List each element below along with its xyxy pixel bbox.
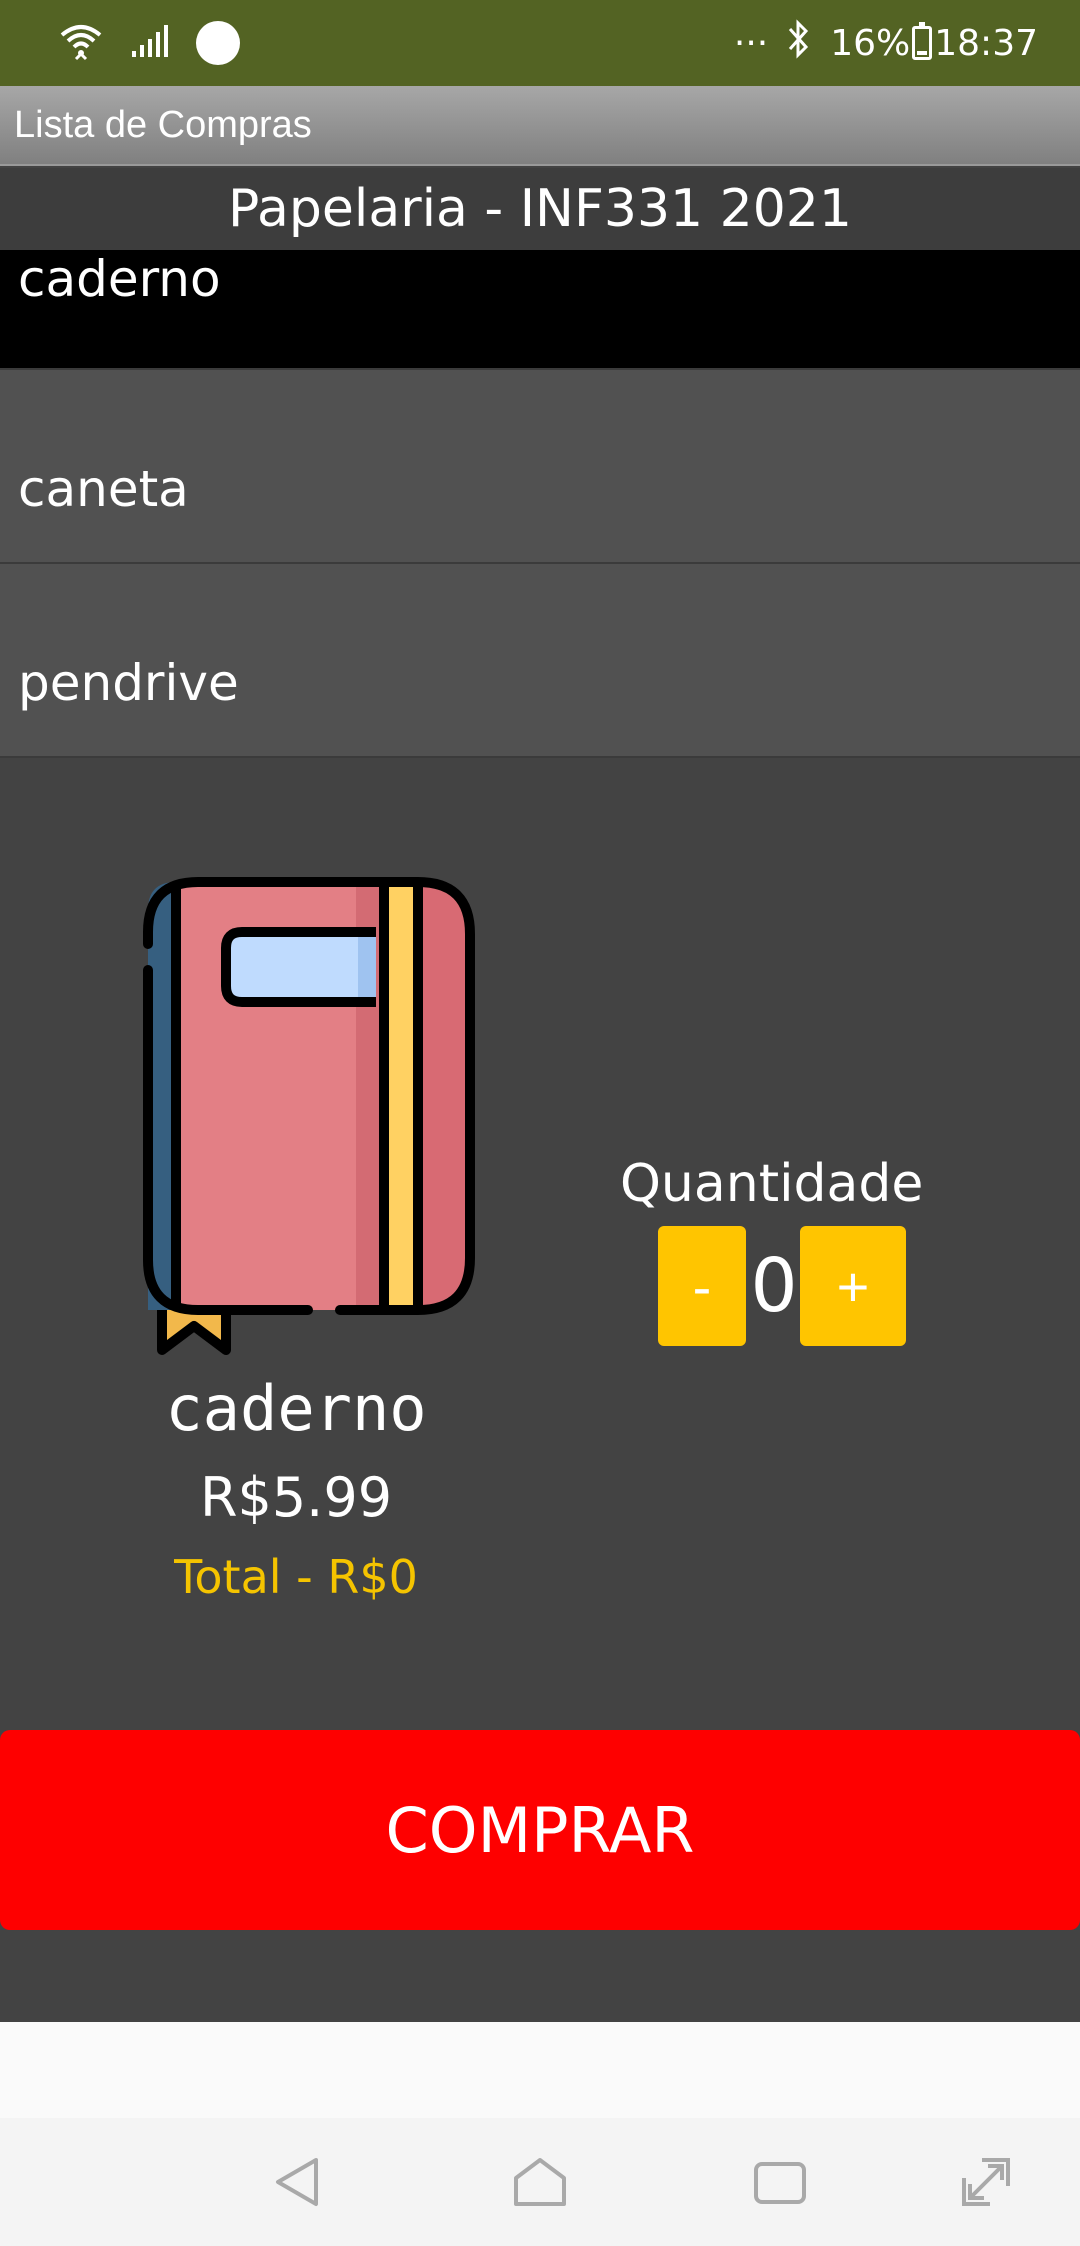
battery-icon (912, 22, 933, 60)
status-bar: ··· 16% 18:37 (0, 0, 1080, 86)
quantity-value: 0 (750, 1243, 798, 1329)
store-header: Papelaria - INF331 2021 (0, 168, 1080, 250)
list-item-caderno[interactable]: caderno (0, 250, 1080, 370)
more-dots: ··· (733, 22, 769, 64)
list-item-pendrive[interactable]: pendrive (0, 564, 1080, 758)
store-title: Papelaria - INF331 2021 (228, 179, 852, 239)
buy-button[interactable]: COMPRAR (0, 1730, 1080, 1930)
list-item-label: caderno (18, 250, 221, 308)
quantity-label: Quantidade (620, 1154, 924, 1214)
product-total: Total - R$0 (174, 1550, 418, 1604)
fullscreen-icon[interactable] (952, 2148, 1020, 2216)
bottom-strip (0, 2022, 1080, 2118)
clock: 18:37 (934, 22, 1038, 64)
item-list: caderno caneta pendrive (0, 250, 1080, 758)
notebook-icon (118, 870, 478, 1360)
bluetooth-icon (786, 18, 812, 68)
record-dot-icon (196, 21, 240, 65)
app-title: Lista de Compras (14, 103, 312, 146)
action-bar: Lista de Compras (0, 86, 1080, 166)
list-item-label: pendrive (18, 654, 239, 712)
product-price: R$5.99 (199, 1466, 393, 1529)
navigation-bar (0, 2118, 1080, 2246)
increase-quantity-button[interactable]: + (800, 1226, 906, 1346)
decrease-quantity-button[interactable]: - (658, 1226, 746, 1346)
product-name: caderno (165, 1372, 427, 1445)
signal-icon (130, 23, 170, 63)
list-item-caneta[interactable]: caneta (0, 370, 1080, 564)
recents-icon[interactable] (746, 2148, 814, 2216)
list-item-label: caneta (18, 460, 189, 518)
back-icon[interactable] (266, 2148, 334, 2216)
home-icon[interactable] (506, 2148, 574, 2216)
battery-percent: 16% (830, 22, 911, 64)
wifi-icon (58, 21, 104, 65)
